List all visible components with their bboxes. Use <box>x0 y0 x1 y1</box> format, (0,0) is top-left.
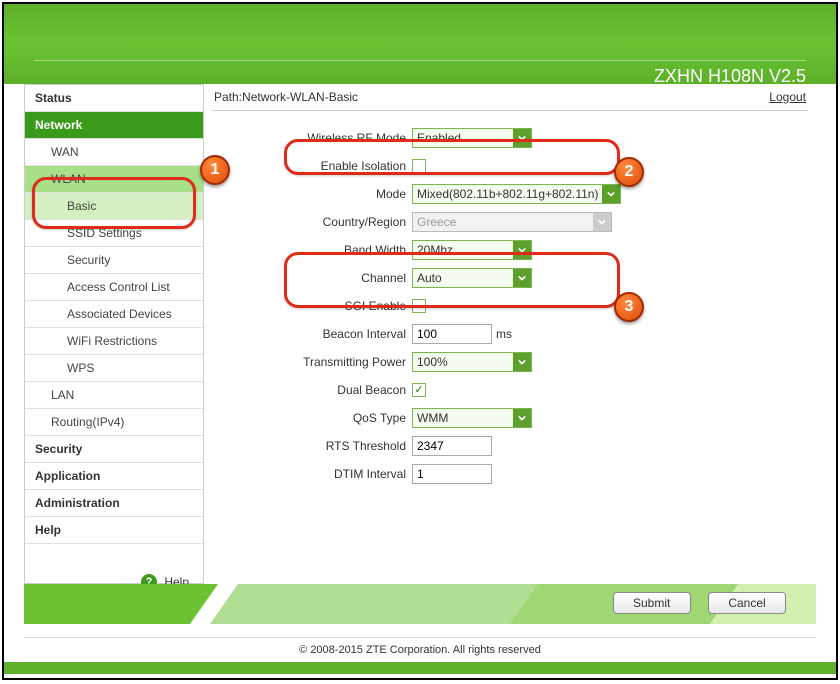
sidebar-item-network[interactable]: Network <box>25 112 203 139</box>
path-prefix: Path: <box>214 90 242 104</box>
chevron-down-icon <box>602 185 620 203</box>
chevron-down-icon <box>513 241 531 259</box>
chevron-down-icon <box>593 213 611 231</box>
unit-ms: ms <box>496 327 512 341</box>
sidebar-item-wan[interactable]: WAN <box>25 139 203 166</box>
sidebar-item-help[interactable]: Help <box>25 517 203 544</box>
chevron-down-icon <box>513 129 531 147</box>
footer: Submit Cancel © 2008-2015 ZTE Corporatio… <box>4 584 836 674</box>
checkbox-enable-isolation[interactable] <box>412 159 426 173</box>
checkbox-dual-beacon[interactable] <box>412 383 426 397</box>
wlan-basic-form: Wireless RF Mode Enabled Enable Isolatio… <box>212 127 808 485</box>
select-channel[interactable]: Auto <box>412 268 532 288</box>
footer-stripe: Submit Cancel <box>24 584 816 624</box>
sidebar-item-application[interactable]: Application <box>25 463 203 490</box>
main-panel: Path:Network-WLAN-Basic Logout Wireless … <box>204 84 816 584</box>
label-enable-isolation: Enable Isolation <box>212 159 412 173</box>
breadcrumb: Network-WLAN-Basic <box>242 90 358 104</box>
label-transmitting-power: Transmitting Power <box>212 355 412 369</box>
select-mode[interactable]: Mixed(802.11b+802.11g+802.11n) <box>412 184 621 204</box>
input-beacon-interval[interactable] <box>412 324 492 344</box>
sidebar-item-security[interactable]: Security <box>25 436 203 463</box>
sidebar-item-wlan[interactable]: WLAN <box>25 166 203 193</box>
label-wireless-rf-mode: Wireless RF Mode <box>212 131 412 145</box>
select-transmitting-power[interactable]: 100% <box>412 352 532 372</box>
sidebar-item-lan[interactable]: LAN <box>25 382 203 409</box>
sidebar-item-administration[interactable]: Administration <box>25 490 203 517</box>
label-qos-type: QoS Type <box>212 411 412 425</box>
label-mode: Mode <box>212 187 412 201</box>
select-wireless-rf-mode[interactable]: Enabled <box>412 128 532 148</box>
chevron-down-icon <box>513 353 531 371</box>
input-dtim-interval[interactable] <box>412 464 492 484</box>
chevron-down-icon <box>513 409 531 427</box>
checkbox-sgi-enable[interactable] <box>412 299 426 313</box>
label-sgi-enable: SGI Enable <box>212 299 412 313</box>
header-divider <box>34 60 806 61</box>
logout-link[interactable]: Logout <box>769 90 806 104</box>
cancel-button[interactable]: Cancel <box>708 592 786 614</box>
label-beacon-interval: Beacon Interval <box>212 327 412 341</box>
label-dtim-interval: DTIM Interval <box>212 467 412 481</box>
sidebar-item-basic[interactable]: Basic <box>25 193 203 220</box>
header: ZXHN H108N V2.5 <box>4 4 836 84</box>
label-band-width: Band Width <box>212 243 412 257</box>
sidebar-item-status[interactable]: Status <box>25 85 203 112</box>
input-rts-threshold[interactable] <box>412 436 492 456</box>
label-country-region: Country/Region <box>212 215 412 229</box>
sidebar-item-ssid-settings[interactable]: SSID Settings <box>25 220 203 247</box>
submit-button[interactable]: Submit <box>613 592 691 614</box>
chevron-down-icon <box>513 269 531 287</box>
sidebar: Status Network WAN WLAN Basic SSID Setti… <box>24 84 204 584</box>
sidebar-item-associated-devices[interactable]: Associated Devices <box>25 301 203 328</box>
sidebar-item-wifi-restrictions[interactable]: WiFi Restrictions <box>25 328 203 355</box>
sidebar-item-acl[interactable]: Access Control List <box>25 274 203 301</box>
footer-bar <box>4 662 836 674</box>
sidebar-item-routing[interactable]: Routing(IPv4) <box>25 409 203 436</box>
select-band-width[interactable]: 20Mhz <box>412 240 532 260</box>
label-channel: Channel <box>212 271 412 285</box>
label-rts-threshold: RTS Threshold <box>212 439 412 453</box>
path-bar: Path:Network-WLAN-Basic Logout <box>212 84 808 111</box>
select-country-region: Greece <box>412 212 612 232</box>
select-qos-type[interactable]: WMM <box>412 408 532 428</box>
label-dual-beacon: Dual Beacon <box>212 383 412 397</box>
copyright: © 2008-2015 ZTE Corporation. All rights … <box>24 637 816 656</box>
sidebar-item-wps[interactable]: WPS <box>25 355 203 382</box>
sidebar-item-security-wlan[interactable]: Security <box>25 247 203 274</box>
